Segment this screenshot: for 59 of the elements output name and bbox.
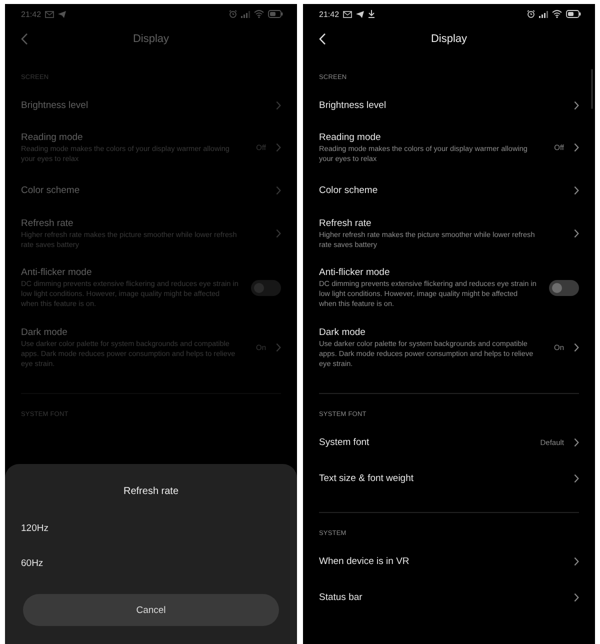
item-title: Brightness level	[21, 100, 90, 110]
item-title: Refresh rate	[21, 218, 74, 229]
settings-item[interactable]: When device is in VR	[303, 543, 595, 580]
signal-icon	[241, 10, 250, 18]
settings-item[interactable]: Brightness level	[303, 87, 595, 123]
status-time: 21:42	[21, 10, 42, 18]
battery-icon	[566, 10, 581, 18]
mail-icon	[343, 10, 352, 18]
alarm-clock-icon	[527, 10, 535, 18]
settings-item[interactable]: Color scheme	[303, 172, 595, 209]
settings-item[interactable]: Text size & font weight	[303, 460, 595, 496]
settings-item[interactable]: Status bar	[303, 579, 595, 616]
wifi-icon	[552, 10, 562, 18]
cancel-button[interactable]: Cancel	[23, 594, 279, 626]
back-button[interactable]	[317, 31, 328, 47]
page-title: Display	[430, 33, 468, 45]
page-title: Display	[132, 33, 170, 45]
option-item[interactable]: 120Hz	[5, 511, 64, 546]
item-title: Brightness level	[319, 100, 388, 110]
option-item[interactable]: 60Hz	[5, 546, 60, 581]
chevron-right-icon	[574, 343, 579, 352]
alarm-clock-icon	[229, 10, 237, 18]
chevron-right-icon	[276, 186, 281, 196]
dialog-title: Refresh rate	[123, 486, 179, 497]
item-title: Refresh rate	[319, 218, 372, 229]
item-title: Anti-flicker mode	[319, 267, 391, 278]
paper-plane-icon	[58, 10, 66, 18]
chevron-right-icon	[276, 229, 281, 238]
item-title: Status bar	[319, 592, 364, 603]
toggle-switch[interactable]	[549, 280, 579, 296]
chevron-right-icon	[574, 474, 579, 483]
chevron-right-icon	[574, 556, 579, 566]
chevron-right-icon	[574, 186, 579, 196]
chevron-right-icon	[574, 100, 579, 110]
item-title: When device is in VR	[319, 556, 410, 567]
item-title: Anti-flicker mode	[21, 267, 93, 278]
chevron-right-icon	[574, 592, 579, 602]
signal-icon	[539, 10, 548, 18]
item-title: Dark mode	[21, 326, 68, 338]
item-title: Color scheme	[21, 185, 81, 196]
item-title: Text size & font weight	[319, 472, 415, 484]
item-title: Dark mode	[319, 326, 366, 338]
status-time: 21:42	[319, 10, 340, 18]
item-title: Color scheme	[319, 185, 379, 196]
paper-plane-icon	[356, 10, 364, 18]
battery-icon	[268, 10, 283, 18]
item-title: System font	[319, 436, 370, 448]
chevron-right-icon	[574, 229, 579, 238]
item-title: Reading mode	[319, 132, 382, 143]
chevron-right-icon	[574, 143, 579, 152]
chevron-right-icon	[276, 343, 281, 352]
chevron-right-icon	[276, 143, 281, 152]
wifi-icon	[254, 10, 264, 18]
toggle-switch[interactable]	[251, 280, 281, 296]
chevron-right-icon	[276, 100, 281, 110]
chevron-right-icon	[574, 438, 579, 447]
item-title: Reading mode	[21, 132, 84, 143]
download-icon	[368, 10, 376, 18]
mail-icon	[45, 10, 54, 18]
